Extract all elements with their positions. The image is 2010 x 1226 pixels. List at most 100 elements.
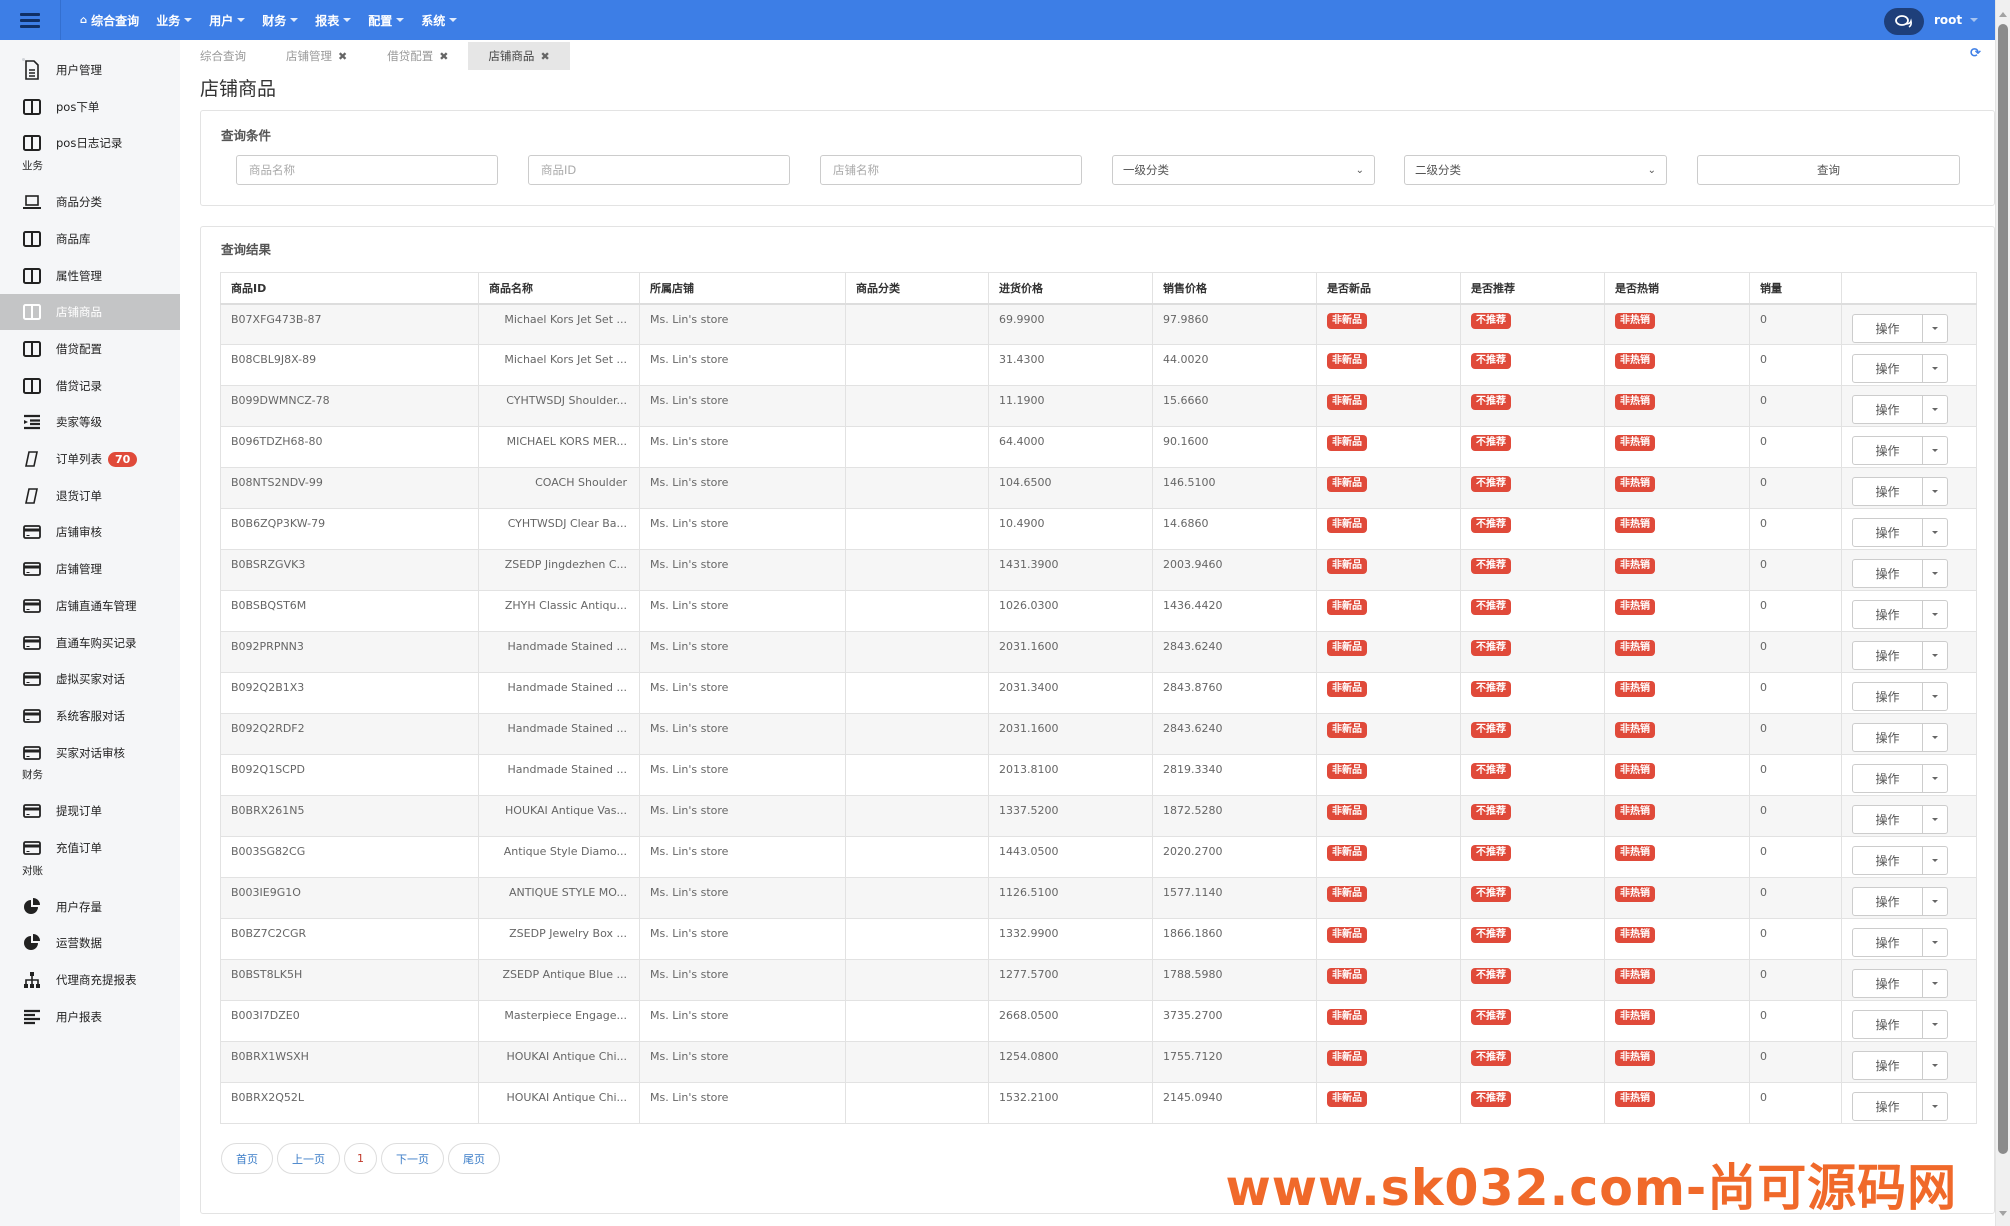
caret-down-icon[interactable] xyxy=(1923,1052,1947,1079)
caret-down-icon[interactable] xyxy=(1923,396,1947,423)
action-button[interactable]: 操作 xyxy=(1853,560,1923,587)
sidebar-item[interactable]: 订单列表 70 xyxy=(0,441,180,477)
product-id-input[interactable] xyxy=(528,155,790,185)
sidebar-item[interactable]: 用户报表 xyxy=(0,999,180,1035)
action-dropdown-button[interactable]: 操作 xyxy=(1852,928,1948,957)
caret-down-icon[interactable] xyxy=(1923,1011,1947,1038)
action-dropdown-button[interactable]: 操作 xyxy=(1852,477,1948,506)
action-dropdown-button[interactable]: 操作 xyxy=(1852,682,1948,711)
first-page-button[interactable]: 首页 xyxy=(221,1143,273,1174)
scroll-up-arrow-icon[interactable] xyxy=(1999,12,2007,17)
caret-down-icon[interactable] xyxy=(1923,929,1947,956)
sidebar-item[interactable]: 店铺管理 xyxy=(0,551,180,587)
action-button[interactable]: 操作 xyxy=(1853,478,1923,505)
store-name-input[interactable] xyxy=(820,155,1082,185)
caret-down-icon[interactable] xyxy=(1923,683,1947,710)
action-button[interactable]: 操作 xyxy=(1853,519,1923,546)
sidebar-item[interactable]: pos日志记录 xyxy=(0,125,180,161)
sidebar-item[interactable]: 退货订单 xyxy=(0,478,180,514)
vertical-scrollbar[interactable] xyxy=(1995,0,2010,1226)
action-dropdown-button[interactable]: 操作 xyxy=(1852,600,1948,629)
close-icon[interactable]: ✖ xyxy=(338,50,347,63)
action-button[interactable]: 操作 xyxy=(1853,601,1923,628)
action-button[interactable]: 操作 xyxy=(1853,888,1923,915)
sidebar-item[interactable]: 商品分类 xyxy=(0,184,180,220)
close-icon[interactable]: ✖ xyxy=(540,50,549,63)
sidebar-item[interactable]: 直通车购买记录 xyxy=(0,625,180,661)
nav-menu-item[interactable]: 系统 xyxy=(421,12,458,29)
caret-down-icon[interactable] xyxy=(1923,888,1947,915)
sidebar-item[interactable]: 借贷配置 xyxy=(0,331,180,367)
caret-down-icon[interactable] xyxy=(1923,765,1947,792)
action-button[interactable]: 操作 xyxy=(1853,314,1923,342)
action-button[interactable]: 操作 xyxy=(1853,847,1923,874)
tab-2[interactable]: 借贷配置 ✖ xyxy=(367,42,468,70)
caret-down-icon[interactable] xyxy=(1923,1093,1947,1120)
caret-down-icon[interactable] xyxy=(1923,519,1947,546)
action-dropdown-button[interactable]: 操作 xyxy=(1852,1092,1948,1121)
sidebar-item[interactable]: 店铺审核 xyxy=(0,514,180,550)
sidebar-item[interactable]: 系统客服对话 xyxy=(0,698,180,734)
caret-down-icon[interactable] xyxy=(1923,355,1947,382)
action-dropdown-button[interactable]: 操作 xyxy=(1852,1010,1948,1039)
action-dropdown-button[interactable]: 操作 xyxy=(1852,764,1948,793)
caret-down-icon[interactable] xyxy=(1923,806,1947,833)
action-dropdown-button[interactable]: 操作 xyxy=(1852,641,1948,670)
action-button[interactable]: 操作 xyxy=(1853,355,1923,382)
action-dropdown-button[interactable]: 操作 xyxy=(1852,969,1948,998)
sidebar-item[interactable]: 用户存量 xyxy=(0,889,180,925)
product-name-input[interactable] xyxy=(236,155,498,185)
search-button[interactable]: 查询 xyxy=(1697,155,1960,185)
tab-0[interactable]: 综合查询 xyxy=(180,42,266,70)
action-button[interactable]: 操作 xyxy=(1853,683,1923,710)
action-dropdown-button[interactable]: 操作 xyxy=(1852,1051,1948,1080)
action-dropdown-button[interactable]: 操作 xyxy=(1852,846,1948,875)
sidebar-item[interactable]: 代理商充提报表 xyxy=(0,962,180,998)
action-button[interactable]: 操作 xyxy=(1853,806,1923,833)
sidebar-item[interactable]: 商品库 xyxy=(0,221,180,257)
caret-down-icon[interactable] xyxy=(1923,642,1947,669)
action-button[interactable]: 操作 xyxy=(1853,396,1923,423)
sidebar-item[interactable]: 运营数据 xyxy=(0,925,180,961)
action-button[interactable]: 操作 xyxy=(1853,1052,1923,1079)
sidebar-item[interactable]: 用户管理 xyxy=(0,52,180,88)
scrollbar-thumb[interactable] xyxy=(1998,24,2008,1154)
sidebar-item[interactable]: 卖家等级 xyxy=(0,404,180,440)
action-dropdown-button[interactable]: 操作 xyxy=(1852,395,1948,424)
action-dropdown-button[interactable]: 操作 xyxy=(1852,436,1948,465)
caret-down-icon[interactable] xyxy=(1923,847,1947,874)
nav-menu-item[interactable]: 报表 xyxy=(315,12,352,29)
caret-down-icon[interactable] xyxy=(1923,560,1947,587)
action-dropdown-button[interactable]: 操作 xyxy=(1852,354,1948,383)
next-page-button[interactable]: 下一页 xyxy=(381,1143,444,1174)
caret-down-icon[interactable] xyxy=(1923,478,1947,505)
category1-select[interactable]: 一级分类 ⌄ xyxy=(1112,155,1375,185)
action-button[interactable]: 操作 xyxy=(1853,765,1923,792)
nav-menu-item[interactable]: 业务 xyxy=(156,12,193,29)
action-button[interactable]: 操作 xyxy=(1853,642,1923,669)
sidebar-toggle-button[interactable] xyxy=(0,0,61,40)
action-button[interactable]: 操作 xyxy=(1853,724,1923,751)
action-dropdown-button[interactable]: 操作 xyxy=(1852,313,1948,343)
action-button[interactable]: 操作 xyxy=(1853,970,1923,997)
caret-down-icon[interactable] xyxy=(1923,315,1947,342)
nav-menu-item[interactable]: 配置 xyxy=(368,12,405,29)
caret-down-icon[interactable] xyxy=(1923,724,1947,751)
tab-3[interactable]: 店铺商品 ✖ xyxy=(468,42,570,70)
action-dropdown-button[interactable]: 操作 xyxy=(1852,723,1948,752)
category2-select[interactable]: 二级分类 ⌄ xyxy=(1404,155,1667,185)
action-button[interactable]: 操作 xyxy=(1853,929,1923,956)
sidebar-item[interactable]: pos下单 xyxy=(0,89,180,125)
scroll-down-arrow-icon[interactable] xyxy=(1999,1211,2007,1216)
action-button[interactable]: 操作 xyxy=(1853,1011,1923,1038)
action-dropdown-button[interactable]: 操作 xyxy=(1852,805,1948,834)
caret-down-icon[interactable] xyxy=(1923,601,1947,628)
sidebar-item[interactable]: 虚拟买家对话 xyxy=(0,661,180,697)
nav-menu-item[interactable]: 用户 xyxy=(209,12,246,29)
action-dropdown-button[interactable]: 操作 xyxy=(1852,887,1948,916)
prev-page-button[interactable]: 上一页 xyxy=(277,1143,340,1174)
sidebar-item[interactable]: 提现订单 xyxy=(0,793,180,829)
sidebar-item[interactable]: 店铺商品 xyxy=(0,294,180,331)
caret-down-icon[interactable] xyxy=(1923,970,1947,997)
last-page-button[interactable]: 尾页 xyxy=(448,1143,500,1174)
